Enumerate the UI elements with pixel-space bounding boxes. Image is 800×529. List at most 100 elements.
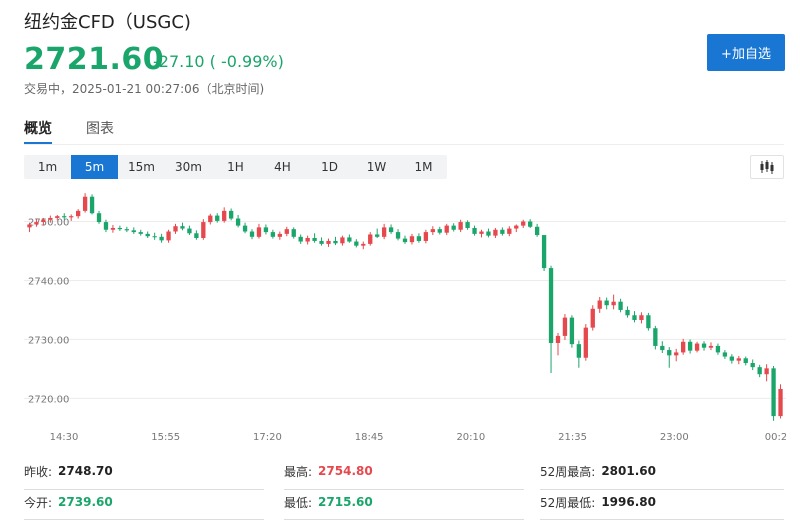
candle-body xyxy=(604,300,609,306)
candle-body xyxy=(48,217,53,220)
candle-body xyxy=(534,226,540,236)
candle-body xyxy=(319,240,324,244)
candle-body xyxy=(312,238,317,241)
candle-body xyxy=(284,229,289,234)
candle-body xyxy=(757,367,762,375)
candlestick-icon xyxy=(760,160,774,174)
period-30m[interactable]: 30m xyxy=(165,155,212,179)
candle-body xyxy=(521,221,526,226)
candle-body xyxy=(639,315,644,320)
period-15m[interactable]: 15m xyxy=(118,155,165,179)
candle-body xyxy=(194,233,199,238)
tab-chart[interactable]: 图表 xyxy=(86,118,114,144)
candle-body xyxy=(388,227,394,233)
period-1w[interactable]: 1W xyxy=(353,155,400,179)
candle-body xyxy=(187,228,192,234)
candle-body xyxy=(541,235,547,269)
candle-body xyxy=(764,368,769,375)
candle-body xyxy=(69,216,74,218)
candle-body xyxy=(138,232,143,234)
candle-body xyxy=(646,315,651,329)
candle-body xyxy=(333,240,338,244)
candle-body xyxy=(298,236,303,242)
candle-body xyxy=(486,231,491,236)
x-tick-label: 18:45 xyxy=(355,432,384,443)
candle-body xyxy=(173,226,178,232)
candle-body xyxy=(444,225,449,233)
tab-overview[interactable]: 概览 xyxy=(24,118,52,144)
stat-value: 1996.80 xyxy=(601,495,656,509)
period-1h[interactable]: 1H xyxy=(212,155,259,179)
price-chart[interactable]: 2750.00 2740.00 2730.00 2720.00 14:30 15:55 17… xyxy=(24,188,786,444)
candle-body xyxy=(472,227,477,234)
stat-value: 2715.60 xyxy=(318,495,373,509)
candle-body xyxy=(166,231,171,241)
period-4h[interactable]: 4H xyxy=(259,155,306,179)
candle-body xyxy=(430,229,435,233)
stat-open: 今开: 2739.60 xyxy=(24,482,113,522)
candle-body xyxy=(437,229,442,233)
candle-body xyxy=(674,352,679,356)
candle-body xyxy=(305,238,310,242)
candle-body xyxy=(145,233,150,237)
candle-body xyxy=(708,345,714,348)
candle-body xyxy=(479,231,484,234)
x-tick-label: 17:20 xyxy=(253,432,282,443)
period-1mo[interactable]: 1M xyxy=(400,155,447,179)
tab-divider xyxy=(24,144,784,145)
candle-body xyxy=(667,350,672,356)
candle-body xyxy=(381,227,387,237)
stat-value: 2739.60 xyxy=(58,495,113,509)
x-tick-label: 20:10 xyxy=(456,432,485,443)
candle-body xyxy=(222,210,227,221)
candle-body xyxy=(131,230,136,233)
candle-body xyxy=(597,300,602,309)
candle-body xyxy=(180,226,185,229)
candle-body xyxy=(507,228,512,234)
candle-body xyxy=(256,227,262,237)
candle-body xyxy=(694,343,700,351)
stat-value: 2801.60 xyxy=(601,464,656,478)
candle-body xyxy=(583,327,588,358)
candle-body xyxy=(124,229,129,231)
stat-52w-low: 52周最低: 1996.80 xyxy=(540,482,656,522)
stat-label: 52周最高: xyxy=(540,464,596,479)
period-5m[interactable]: 5m xyxy=(71,155,118,179)
candle-body xyxy=(27,224,32,228)
candle-body xyxy=(722,352,728,357)
candle-body xyxy=(375,234,380,237)
candle-body xyxy=(159,236,164,241)
candle-body xyxy=(750,363,755,368)
candle-body xyxy=(361,243,366,246)
chart-type-button[interactable] xyxy=(750,155,784,179)
candle-body xyxy=(215,215,220,221)
stat-label: 昨收: xyxy=(24,464,53,479)
period-1m[interactable]: 1m xyxy=(24,155,71,179)
period-1d[interactable]: 1D xyxy=(306,155,353,179)
divider xyxy=(284,519,524,520)
trading-status: 交易中，2025-01-21 00:27:06（北京时间) xyxy=(24,82,265,96)
candle-body xyxy=(55,216,60,218)
candle-body xyxy=(263,227,269,233)
candle-body xyxy=(778,388,783,417)
candle-body xyxy=(270,232,276,237)
candle-body xyxy=(687,341,693,351)
candle-body xyxy=(660,345,665,351)
candle-body xyxy=(625,309,630,316)
candle-body xyxy=(590,308,595,328)
candle-body xyxy=(201,222,206,238)
add-watchlist-button[interactable]: +加自选 xyxy=(707,34,785,71)
candle-body xyxy=(576,344,582,358)
candlestick-chart: 2750.002740.002730.002720.0014:30 15:55 17… xyxy=(24,193,786,443)
candle-body xyxy=(528,221,533,227)
price-change: -27.10 ( -0.99%) xyxy=(153,52,284,71)
candle-body xyxy=(228,210,234,219)
candle-body xyxy=(34,222,39,225)
stat-value: 2754.80 xyxy=(318,464,373,478)
candle-body xyxy=(368,234,373,244)
stat-low: 最低: 2715.60 xyxy=(284,482,373,522)
candle-body xyxy=(110,227,116,230)
candle-body xyxy=(701,343,707,348)
x-tick-label: 00:2 xyxy=(765,432,786,443)
candle-body xyxy=(771,368,776,417)
